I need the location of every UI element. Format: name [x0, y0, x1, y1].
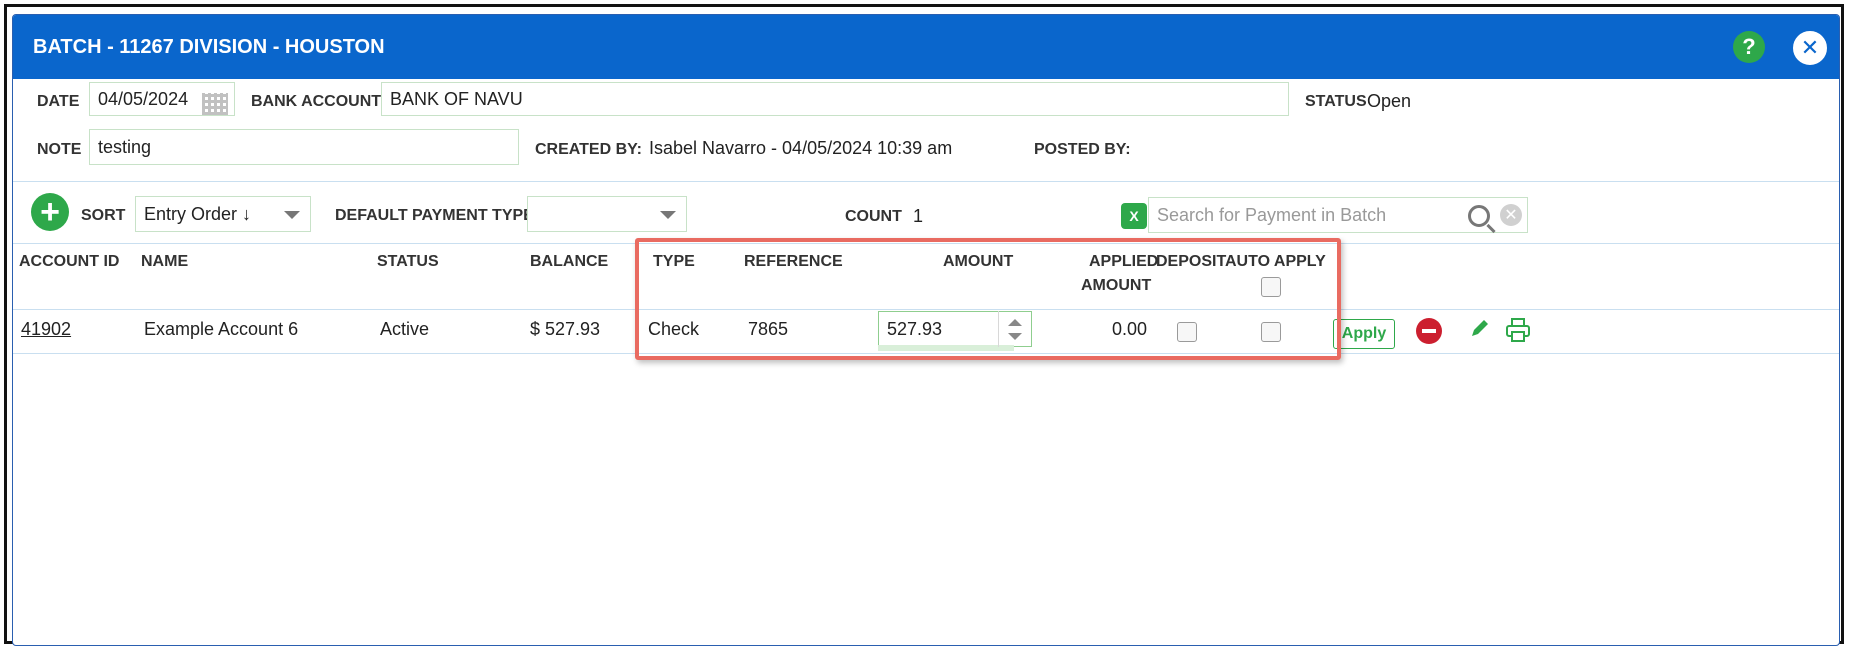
note-field[interactable]: testing: [89, 129, 519, 165]
default-payment-type-select[interactable]: [527, 196, 687, 232]
col-balance: BALANCE: [530, 253, 609, 270]
account-balance: $ 527.93: [530, 319, 601, 339]
add-payment-icon[interactable]: +: [31, 193, 69, 231]
bank-account-field[interactable]: BANK OF NAVU: [381, 82, 1289, 116]
status-label: STATUS: [1305, 93, 1367, 110]
remove-icon[interactable]: [1416, 318, 1442, 344]
calendar-icon[interactable]: [202, 93, 228, 115]
date-label: DATE: [37, 93, 80, 110]
posted-by-label: POSTED BY:: [1034, 141, 1131, 158]
search-placeholder: Search for Payment in Batch: [1157, 204, 1387, 225]
status-value: Open: [1367, 91, 1412, 111]
sort-value: Entry Order ↓: [144, 203, 252, 224]
date-field[interactable]: 04/05/2024: [89, 82, 235, 116]
search-box: Search for Payment in Batch ✕: [1148, 197, 1528, 233]
count-label: COUNT: [845, 208, 902, 225]
close-icon[interactable]: ✕: [1793, 31, 1827, 65]
bank-account-value: BANK OF NAVU: [390, 88, 523, 109]
bank-account-label: BANK ACCOUNT: [251, 93, 382, 110]
col-name: NAME: [141, 253, 189, 270]
clear-search-icon[interactable]: ✕: [1500, 204, 1522, 226]
sort-label: SORT: [81, 207, 126, 224]
account-name: Example Account 6: [144, 319, 299, 339]
batch-dialog: BATCH - 11267 DIVISION - HOUSTON ? ✕ DAT…: [12, 14, 1840, 646]
date-value: 04/05/2024: [98, 88, 189, 109]
created-by-label: CREATED BY:: [535, 141, 642, 158]
dialog-titlebar: BATCH - 11267 DIVISION - HOUSTON ? ✕: [13, 15, 1839, 79]
chevron-down-icon: [660, 211, 676, 219]
default-payment-type-label: DEFAULT PAYMENT TYPE: [335, 207, 534, 224]
apply-button[interactable]: Apply: [1333, 319, 1395, 349]
help-icon[interactable]: ?: [1733, 31, 1765, 63]
account-id-link[interactable]: 41902: [21, 319, 71, 340]
chevron-down-icon: [284, 211, 300, 219]
highlight-box: [635, 238, 1341, 360]
col-status: STATUS: [377, 253, 439, 270]
printer-icon[interactable]: [1505, 317, 1531, 343]
search-icon[interactable]: [1468, 205, 1490, 227]
excel-export-icon[interactable]: X: [1121, 203, 1147, 229]
account-status: Active: [380, 319, 430, 339]
note-label: NOTE: [37, 141, 82, 158]
sort-select[interactable]: Entry Order ↓: [135, 196, 311, 232]
note-value: testing: [98, 136, 152, 157]
dialog-title: BATCH - 11267 DIVISION - HOUSTON: [33, 35, 385, 58]
pencil-icon[interactable]: [1469, 317, 1491, 339]
created-by-value: Isabel Navarro - 04/05/2024 10:39 am: [649, 138, 953, 158]
count-value: 1: [913, 206, 924, 226]
divider: [13, 181, 1839, 182]
col-account-id: ACCOUNT ID: [19, 253, 120, 270]
